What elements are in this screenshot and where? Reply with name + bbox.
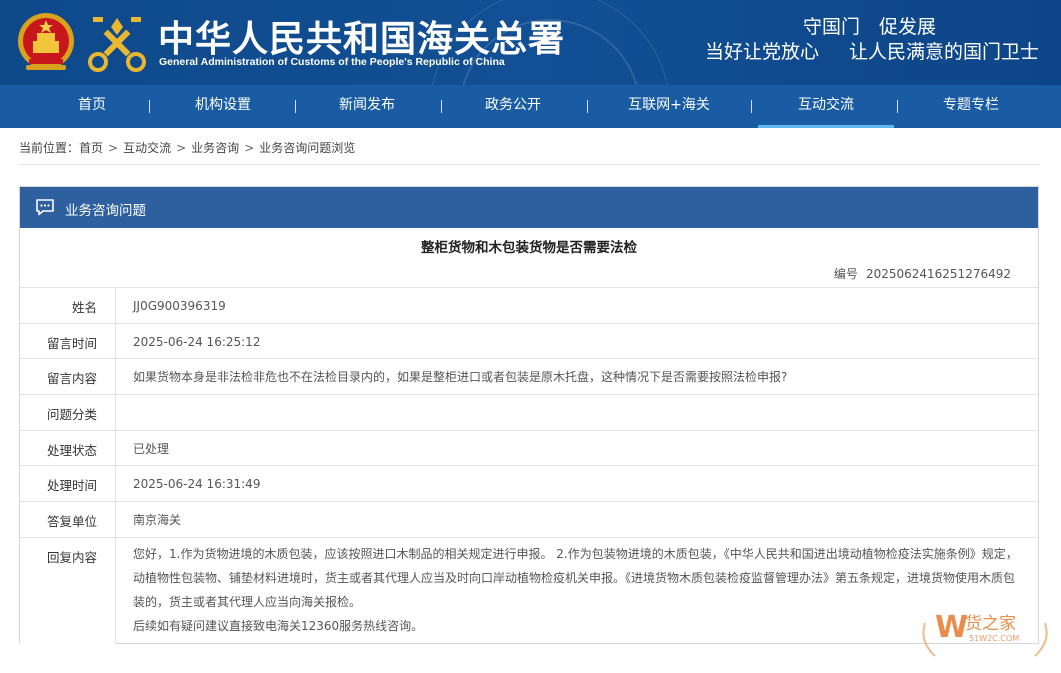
breadcrumb-separator: > <box>176 141 187 155</box>
nav-item-government-affairs[interactable]: 政务公开 <box>445 85 581 128</box>
row-value: 南京海关 <box>133 513 182 527</box>
watermark-logo: W 货之家 51W2C.COM <box>922 610 1048 657</box>
site-subtitle: General Administration of Customs of the… <box>159 56 505 68</box>
watermark-brand: 货之家 <box>965 614 1016 634</box>
breadcrumb-interaction[interactable]: 互动交流 <box>123 141 171 155</box>
chat-bubble-icon <box>36 199 54 216</box>
nav-separator <box>897 100 898 113</box>
row-label: 留言内容 <box>20 359 116 394</box>
question-code: 编号 2025062416251276492 <box>834 265 1011 282</box>
slogan-part-b: 让人民满意的国门卫士 <box>848 41 1039 63</box>
row-value: 2025-06-24 16:31:49 <box>133 477 261 491</box>
nav-separator <box>587 100 588 113</box>
breadcrumb-current[interactable]: 业务咨询问题浏览 <box>259 141 355 155</box>
detail-row-category: 问题分类 <box>20 394 1038 430</box>
reply-paragraph: 您好，1.作为货物进境的木质包装，应该按照进口木制品的相关规定进行申报。 2.作… <box>133 547 1018 609</box>
detail-row-message-content: 留言内容 如果货物本身是非法检非危也不在法检目录内的，如果是整柜进口或者包装是原… <box>20 358 1038 394</box>
row-value: 2025-06-24 16:25:12 <box>133 335 261 349</box>
nav-item-internet-plus-customs[interactable]: 互联网+海关 <box>601 85 737 128</box>
consultation-panel: 业务咨询问题 整柜货物和木包装货物是否需要法检 编号 20250624162512… <box>19 186 1039 644</box>
breadcrumb-consultation[interactable]: 业务咨询 <box>191 141 239 155</box>
reply-content: 您好，1.作为货物进境的木质包装，应该按照进口木制品的相关规定进行申报。 2.作… <box>133 542 1018 638</box>
breadcrumb-separator: > <box>108 141 119 155</box>
detail-row-process-time: 处理时间 2025-06-24 16:31:49 <box>20 465 1038 501</box>
row-label: 回复内容 <box>20 538 116 644</box>
code-value: 2025062416251276492 <box>865 267 1011 281</box>
breadcrumb-prefix: 当前位置： <box>19 141 80 155</box>
row-value: 如果货物本身是非法检非危也不在法检目录内的，如果是整柜进口或者包装是原木托盘，这… <box>133 370 788 384</box>
row-label: 问题分类 <box>20 395 116 430</box>
row-label: 留言时间 <box>20 324 116 358</box>
site-header: 中华人民共和国海关总署 General Administration of Cu… <box>0 0 1061 85</box>
main-nav: 首页 机构设置 新闻发布 政务公开 互联网+海关 互动交流 专题专栏 <box>0 85 1061 128</box>
reply-paragraph: 后续如有疑问建议直接致电海关12360服务热线咨询。 <box>133 619 424 633</box>
breadcrumb-home[interactable]: 首页 <box>79 141 103 155</box>
row-label: 答复单位 <box>20 502 116 537</box>
code-label: 编号 <box>833 267 858 281</box>
nav-item-news[interactable]: 新闻发布 <box>299 85 435 128</box>
nav-separator <box>149 100 150 113</box>
nav-item-interaction[interactable]: 互动交流 <box>758 85 894 128</box>
slogan-line-1: 守国门 促发展 <box>802 16 936 38</box>
national-emblem-icon <box>18 13 74 70</box>
divider <box>19 164 1040 165</box>
detail-row-name: 姓名 JJ0G900396319 <box>20 287 1038 323</box>
customs-logo-icon <box>88 17 146 72</box>
site-title: 中华人民共和国海关总署 <box>158 18 566 60</box>
detail-row-reply-unit: 答复单位 南京海关 <box>20 501 1038 537</box>
svg-text:W: W <box>935 610 968 645</box>
slogan-line-2: 当好让党放心 让人民满意的国门卫士 <box>705 37 1039 64</box>
row-label: 处理时间 <box>20 466 116 501</box>
row-label: 姓名 <box>20 288 116 323</box>
nav-separator <box>295 100 296 113</box>
breadcrumb: 当前位置：首页 > 互动交流 > 业务咨询 > 业务咨询问题浏览 <box>19 139 355 156</box>
breadcrumb-separator: > <box>244 141 255 155</box>
row-label: 处理状态 <box>20 431 116 465</box>
nav-separator <box>751 100 752 113</box>
question-title: 整柜货物和木包装货物是否需要法检 <box>421 240 637 256</box>
row-value: JJ0G900396319 <box>133 299 226 313</box>
slogan-part-a: 当好让党放心 <box>704 41 819 63</box>
watermark-domain: 51W2C.COM <box>969 634 1019 643</box>
panel-header: 业务咨询问题 <box>20 187 1038 228</box>
nav-item-home[interactable]: 首页 <box>24 85 160 128</box>
row-value: 已处理 <box>133 442 170 456</box>
nav-separator <box>441 100 442 113</box>
nav-item-special-topics[interactable]: 专题专栏 <box>903 85 1039 128</box>
detail-row-message-time: 留言时间 2025-06-24 16:25:12 <box>20 323 1038 358</box>
panel-title: 业务咨询问题 <box>65 203 146 219</box>
detail-row-reply-content: 回复内容 您好，1.作为货物进境的木质包装，应该按照进口木制品的相关规定进行申报… <box>20 537 1038 644</box>
detail-row-status: 处理状态 已处理 <box>20 430 1038 465</box>
nav-item-organization[interactable]: 机构设置 <box>155 85 291 128</box>
